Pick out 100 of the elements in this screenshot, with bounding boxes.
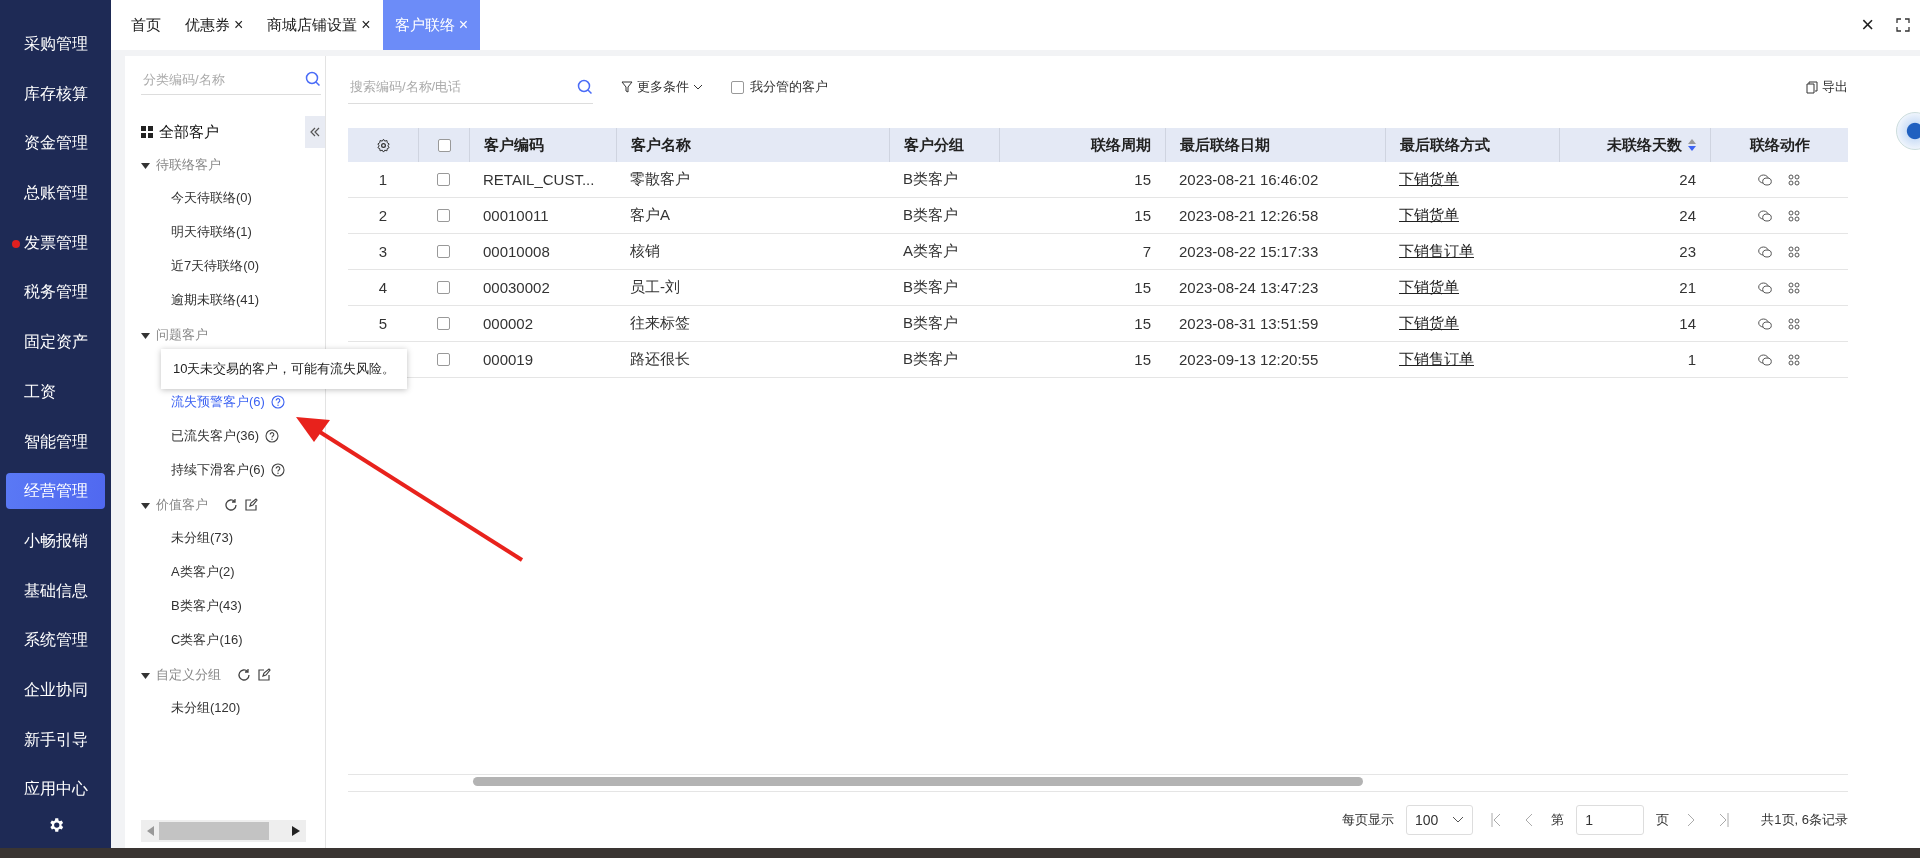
tree-item[interactable]: 未分组(120) xyxy=(171,699,241,717)
expand-arrow-icon[interactable] xyxy=(141,330,150,340)
row-checkbox[interactable] xyxy=(437,245,450,258)
scrollbar[interactable] xyxy=(141,820,306,842)
nav-item[interactable]: 工资 xyxy=(6,373,105,410)
tree-group[interactable]: 价值客户 xyxy=(156,496,208,514)
column-header[interactable]: 最后联络日期 xyxy=(1180,135,1270,155)
search-icon[interactable] xyxy=(305,71,321,87)
double-chevron-icon[interactable] xyxy=(309,126,321,138)
search-field[interactable]: 搜索编码/名称/电话 xyxy=(348,78,577,95)
export-icon[interactable] xyxy=(1806,80,1818,94)
page-input[interactable]: 1 xyxy=(1576,805,1645,835)
tree-item[interactable]: 明天待联络(1) xyxy=(171,223,252,241)
tab[interactable]: 商城店铺设置 × xyxy=(255,0,383,50)
method-link[interactable]: 下销货单 xyxy=(1399,314,1459,333)
method-link[interactable]: 下销货单 xyxy=(1399,206,1459,225)
nav-item[interactable]: 应用中心 xyxy=(6,771,105,808)
nav-item[interactable]: 经营管理 xyxy=(6,473,105,510)
tree-item[interactable]: B类客户(43) xyxy=(171,597,242,615)
expand-arrow-icon[interactable] xyxy=(141,500,150,510)
chat-icon[interactable] xyxy=(1758,317,1772,330)
column-header[interactable]: 联络周期 xyxy=(1091,135,1151,155)
refresh-icon[interactable] xyxy=(224,498,238,512)
expand-arrow-icon[interactable] xyxy=(141,160,150,170)
row-checkbox[interactable] xyxy=(437,281,450,294)
row-checkbox[interactable] xyxy=(437,317,450,330)
help-icon[interactable] xyxy=(270,463,285,477)
collapse-button[interactable] xyxy=(305,116,325,148)
search-field[interactable]: 分类编码/名称 xyxy=(141,70,305,88)
method-link[interactable]: 下销售订单 xyxy=(1399,242,1474,261)
column-header[interactable]: 客户编码 xyxy=(484,135,544,155)
grid-icon[interactable] xyxy=(1788,209,1800,222)
grid-icon[interactable] xyxy=(1788,281,1800,294)
nav-item[interactable]: 采购管理 xyxy=(6,26,105,62)
tree-item[interactable]: 今天待联络(0) xyxy=(171,189,252,207)
edit-icon[interactable] xyxy=(244,498,258,512)
row-checkbox[interactable] xyxy=(437,173,450,186)
fullscreen-icon[interactable] xyxy=(1896,18,1910,32)
export-button[interactable]: 导出 xyxy=(1806,78,1848,96)
chevron-down-icon[interactable] xyxy=(693,83,703,91)
method-link[interactable]: 下销货单 xyxy=(1399,170,1459,189)
nav-item[interactable]: 库存核算 xyxy=(6,75,105,112)
sort-icon[interactable] xyxy=(1688,139,1696,151)
tab[interactable]: 优惠券 × xyxy=(173,0,256,50)
method-link[interactable]: 下销售订单 xyxy=(1399,350,1474,369)
more-filters-button[interactable]: 更多条件 xyxy=(621,78,703,96)
chat-icon[interactable] xyxy=(1758,353,1772,366)
tree-group[interactable]: 问题客户 xyxy=(156,326,208,344)
tree-item[interactable]: 未分组(73) xyxy=(171,529,234,547)
chat-icon[interactable] xyxy=(1758,209,1772,222)
tree-item[interactable]: 已流失客户(36) xyxy=(171,427,260,445)
method-link[interactable]: 下销货单 xyxy=(1399,278,1459,297)
tree-item[interactable]: 近7天待联络(0) xyxy=(171,257,260,275)
nav-item[interactable]: 企业协同 xyxy=(6,671,105,708)
help-icon[interactable] xyxy=(270,395,285,409)
tree-item[interactable]: 持续下滑客户(6) xyxy=(171,461,265,479)
nav-item[interactable]: 总账管理 xyxy=(6,175,105,212)
nav-item[interactable]: 基础信息 xyxy=(6,572,105,609)
close-tab-icon[interactable]: × xyxy=(361,16,371,34)
row-checkbox[interactable] xyxy=(437,209,450,222)
tree-item[interactable]: 流失预警客户(6) xyxy=(171,393,265,411)
scroll-right-icon[interactable] xyxy=(292,826,300,836)
grid-icon[interactable] xyxy=(1788,353,1800,366)
close-tab-icon[interactable]: × xyxy=(234,16,244,34)
edit-icon[interactable] xyxy=(257,668,271,682)
nav-item[interactable]: 税务管理 xyxy=(6,274,105,311)
grid-icon[interactable] xyxy=(1788,173,1800,186)
tab[interactable]: 首页 xyxy=(119,0,173,50)
close-button[interactable]: × xyxy=(1861,12,1874,38)
column-header[interactable]: 客户名称 xyxy=(631,135,691,155)
grid-icon[interactable] xyxy=(1788,317,1800,330)
column-header[interactable]: 最后联络方式 xyxy=(1400,135,1490,155)
column-header[interactable]: 客户分组 xyxy=(904,135,964,155)
chat-icon[interactable] xyxy=(1758,281,1772,294)
chevron-down-icon[interactable] xyxy=(1452,816,1465,824)
nav-item[interactable]: 系统管理 xyxy=(6,622,105,659)
refresh-icon[interactable] xyxy=(237,668,251,682)
search-icon[interactable] xyxy=(577,78,593,95)
help-icon[interactable] xyxy=(265,429,280,443)
tree-group[interactable]: 待联络客户 xyxy=(156,156,221,174)
nav-item[interactable]: 小畅报销 xyxy=(6,522,105,559)
tree-item[interactable]: A类客户(2) xyxy=(171,563,235,581)
tree-group[interactable]: 自定义分组 xyxy=(156,666,221,684)
settings-icon[interactable] xyxy=(375,137,391,153)
tree-item[interactable]: 逾期未联络(41) xyxy=(171,291,260,309)
column-header[interactable]: 未联络天数 xyxy=(1607,135,1682,155)
chat-icon[interactable] xyxy=(1758,245,1772,258)
checkbox-label[interactable]: 我分管的客户 xyxy=(750,78,828,96)
column-header[interactable]: 联络动作 xyxy=(1749,135,1810,155)
nav-item[interactable]: 新手引导 xyxy=(6,721,105,758)
scrollbar[interactable] xyxy=(348,774,1848,792)
chat-icon[interactable] xyxy=(1758,173,1772,186)
row-checkbox[interactable] xyxy=(437,353,450,366)
nav-item[interactable]: 发票管理 xyxy=(6,224,105,261)
tree-item[interactable]: C类客户(16) xyxy=(171,631,243,649)
grid-icon[interactable] xyxy=(1788,245,1800,258)
nav-item[interactable]: 智能管理 xyxy=(6,423,105,460)
checkbox[interactable] xyxy=(731,80,744,94)
page-size-select[interactable]: 100 xyxy=(1405,805,1474,835)
nav-item[interactable]: 资金管理 xyxy=(6,125,105,162)
